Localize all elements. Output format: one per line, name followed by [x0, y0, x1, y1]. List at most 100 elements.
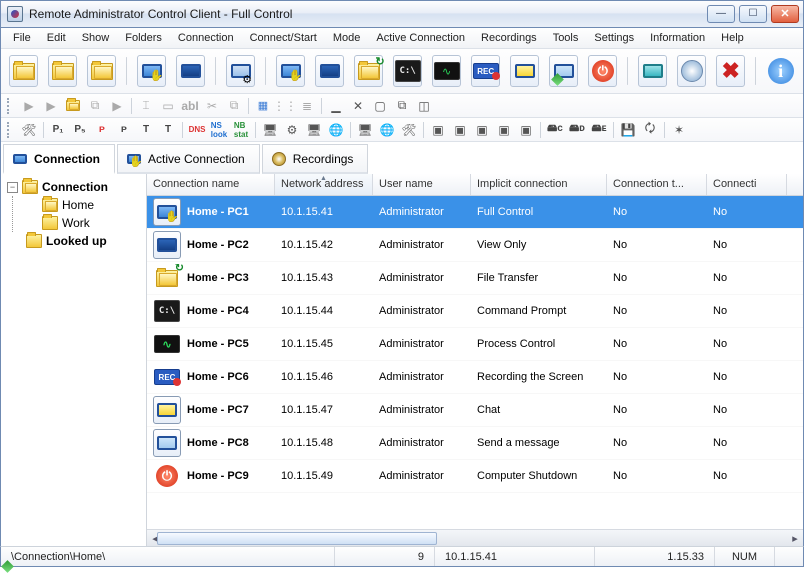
folder-search-button[interactable] — [87, 55, 116, 87]
column-header[interactable]: User name — [373, 174, 471, 195]
menu-help[interactable]: Help — [713, 30, 752, 46]
t-icon[interactable]: T — [138, 122, 154, 138]
grid-view3-icon[interactable]: ≣ — [299, 98, 315, 114]
copy-icon[interactable]: ⧉ — [87, 98, 103, 114]
underscore-icon[interactable]: ▁ — [328, 98, 344, 114]
view-only-button[interactable] — [176, 55, 205, 87]
drive-d-icon[interactable]: 🖴ᴅ — [569, 122, 585, 138]
disc-button[interactable] — [677, 55, 706, 87]
tab-active-connection[interactable]: Active Connection — [117, 144, 260, 174]
menu-information[interactable]: Information — [642, 30, 713, 46]
play-alt-icon[interactable]: ▶ — [43, 98, 59, 114]
open-folder-icon[interactable] — [65, 98, 81, 114]
dns-icon[interactable]: DNS — [189, 122, 205, 138]
menu-connect-start[interactable]: Connect/Start — [242, 30, 325, 46]
file-transfer-button[interactable] — [354, 55, 383, 87]
screen-hand-2-button[interactable] — [276, 55, 305, 87]
gear-icon[interactable]: ⚙ — [284, 122, 300, 138]
screen-cyan-button[interactable] — [638, 55, 667, 87]
grid-view2-icon[interactable]: ⋮⋮ — [277, 98, 293, 114]
column-header[interactable]: Connecti — [707, 174, 787, 195]
pc2-icon[interactable]: 🖥 — [357, 122, 373, 138]
drive-a-icon[interactable]: 💾 — [620, 122, 636, 138]
tab-connection[interactable]: Connection — [3, 144, 115, 174]
fx-icon[interactable]: ✶ — [671, 122, 687, 138]
play-icon[interactable]: ▶ — [21, 98, 37, 114]
tool-icon[interactable]: 🛠 — [401, 122, 417, 138]
globe-icon[interactable]: 🌐 — [328, 122, 344, 138]
new-connection-button[interactable] — [9, 55, 38, 87]
screen-blank-2-button[interactable] — [315, 55, 344, 87]
minimize-button[interactable]: — — [707, 5, 735, 23]
tab-recordings[interactable]: Recordings — [262, 144, 369, 174]
maximize-button[interactable]: ☐ — [739, 5, 767, 23]
table-row[interactable]: Home - PC710.1.15.47AdministratorChatNoN… — [147, 394, 803, 427]
nb-icon[interactable]: NBstat — [233, 122, 249, 138]
rect-icon[interactable]: ▭ — [160, 98, 176, 114]
grid-view1-icon[interactable]: ▦ — [255, 98, 271, 114]
menu-recordings[interactable]: Recordings — [473, 30, 545, 46]
folder-plus-button[interactable] — [48, 55, 77, 87]
table-row[interactable]: Home - PC810.1.15.48AdministratorSend a … — [147, 427, 803, 460]
min-all-icon[interactable]: ▢ — [372, 98, 388, 114]
p1-icon[interactable]: P₁ — [50, 122, 66, 138]
sq5-icon[interactable]: ▣ — [518, 122, 534, 138]
table-row[interactable]: ⏻Home - PC910.1.15.49AdministratorComput… — [147, 460, 803, 493]
menu-settings[interactable]: Settings — [586, 30, 642, 46]
restore-icon[interactable]: ◫ — [416, 98, 432, 114]
tree-item-work[interactable]: Work — [19, 214, 144, 232]
pp-icon[interactable]: ᴘ — [94, 122, 110, 138]
menu-show[interactable]: Show — [74, 30, 118, 46]
grid-body[interactable]: Home - PC110.1.15.41AdministratorFull Co… — [147, 196, 803, 529]
table-row[interactable]: Home - PC110.1.15.41AdministratorFull Co… — [147, 196, 803, 229]
send-message-button[interactable] — [549, 55, 578, 87]
p5-icon[interactable]: P₅ — [72, 122, 88, 138]
abl-icon[interactable]: abI — [182, 98, 198, 114]
power-button[interactable]: ⏻ — [588, 55, 617, 87]
chat-button[interactable] — [510, 55, 539, 87]
copy2-icon[interactable]: ⧉ — [226, 98, 242, 114]
cursor-icon[interactable]: ⌶ — [138, 98, 154, 114]
cut-icon[interactable]: ✂ — [204, 98, 220, 114]
pp2-icon[interactable]: ᴘ — [116, 122, 132, 138]
scroll-thumb[interactable] — [157, 532, 437, 545]
tree-root[interactable]: − Connection — [3, 178, 144, 196]
cascade-icon[interactable]: ⧉ — [394, 98, 410, 114]
menu-tools[interactable]: Tools — [545, 30, 587, 46]
sq3-icon[interactable]: ▣ — [474, 122, 490, 138]
connection-tree[interactable]: − Connection Home Work Looked up — [1, 174, 147, 546]
scroll-right-icon[interactable]: ▸ — [787, 530, 803, 546]
refresh-icon[interactable]: 🗘 — [642, 122, 658, 138]
close-button[interactable]: ✕ — [771, 5, 799, 23]
menu-edit[interactable]: Edit — [39, 30, 74, 46]
column-header[interactable]: Implicit connection — [471, 174, 607, 195]
table-row[interactable]: Home - PC210.1.15.42AdministratorView On… — [147, 229, 803, 262]
drive-e-icon[interactable]: 🖴ᴇ — [591, 122, 607, 138]
titlebar[interactable]: Remote Administrator Control Client - Fu… — [0, 0, 804, 28]
menu-connection[interactable]: Connection — [170, 30, 242, 46]
collapse-icon[interactable]: − — [7, 182, 18, 193]
table-row[interactable]: C:\Home - PC410.1.15.44AdministratorComm… — [147, 295, 803, 328]
menu-mode[interactable]: Mode — [325, 30, 369, 46]
wrench-icon[interactable]: 🛠 — [21, 122, 37, 138]
drive-c-icon[interactable]: 🖴ᴄ — [547, 122, 563, 138]
tree-item-home[interactable]: Home — [19, 196, 144, 214]
gear-screen-button[interactable]: ⚙ — [226, 55, 255, 87]
column-header[interactable]: Connection t... — [607, 174, 707, 195]
globe2-icon[interactable]: 🌐 — [379, 122, 395, 138]
play2-icon[interactable]: ▶ — [109, 98, 125, 114]
sq4-icon[interactable]: ▣ — [496, 122, 512, 138]
x-btn-icon[interactable]: ✕ — [350, 98, 366, 114]
menu-file[interactable]: File — [5, 30, 39, 46]
menu-active-connection[interactable]: Active Connection — [368, 30, 473, 46]
table-row[interactable]: RECHome - PC610.1.15.46AdministratorReco… — [147, 361, 803, 394]
recording-button[interactable]: REC — [471, 55, 500, 87]
t2-icon[interactable]: T — [160, 122, 176, 138]
table-row[interactable]: ∿Home - PC510.1.15.45AdministratorProces… — [147, 328, 803, 361]
process-control-button[interactable]: ∿ — [432, 55, 461, 87]
sq2-icon[interactable]: ▣ — [452, 122, 468, 138]
ns-icon[interactable]: NSlook — [211, 122, 227, 138]
info-button[interactable]: i — [766, 55, 795, 87]
table-row[interactable]: Home - PC310.1.15.43AdministratorFile Tr… — [147, 262, 803, 295]
monitor-icon[interactable]: 🖥 — [262, 122, 278, 138]
